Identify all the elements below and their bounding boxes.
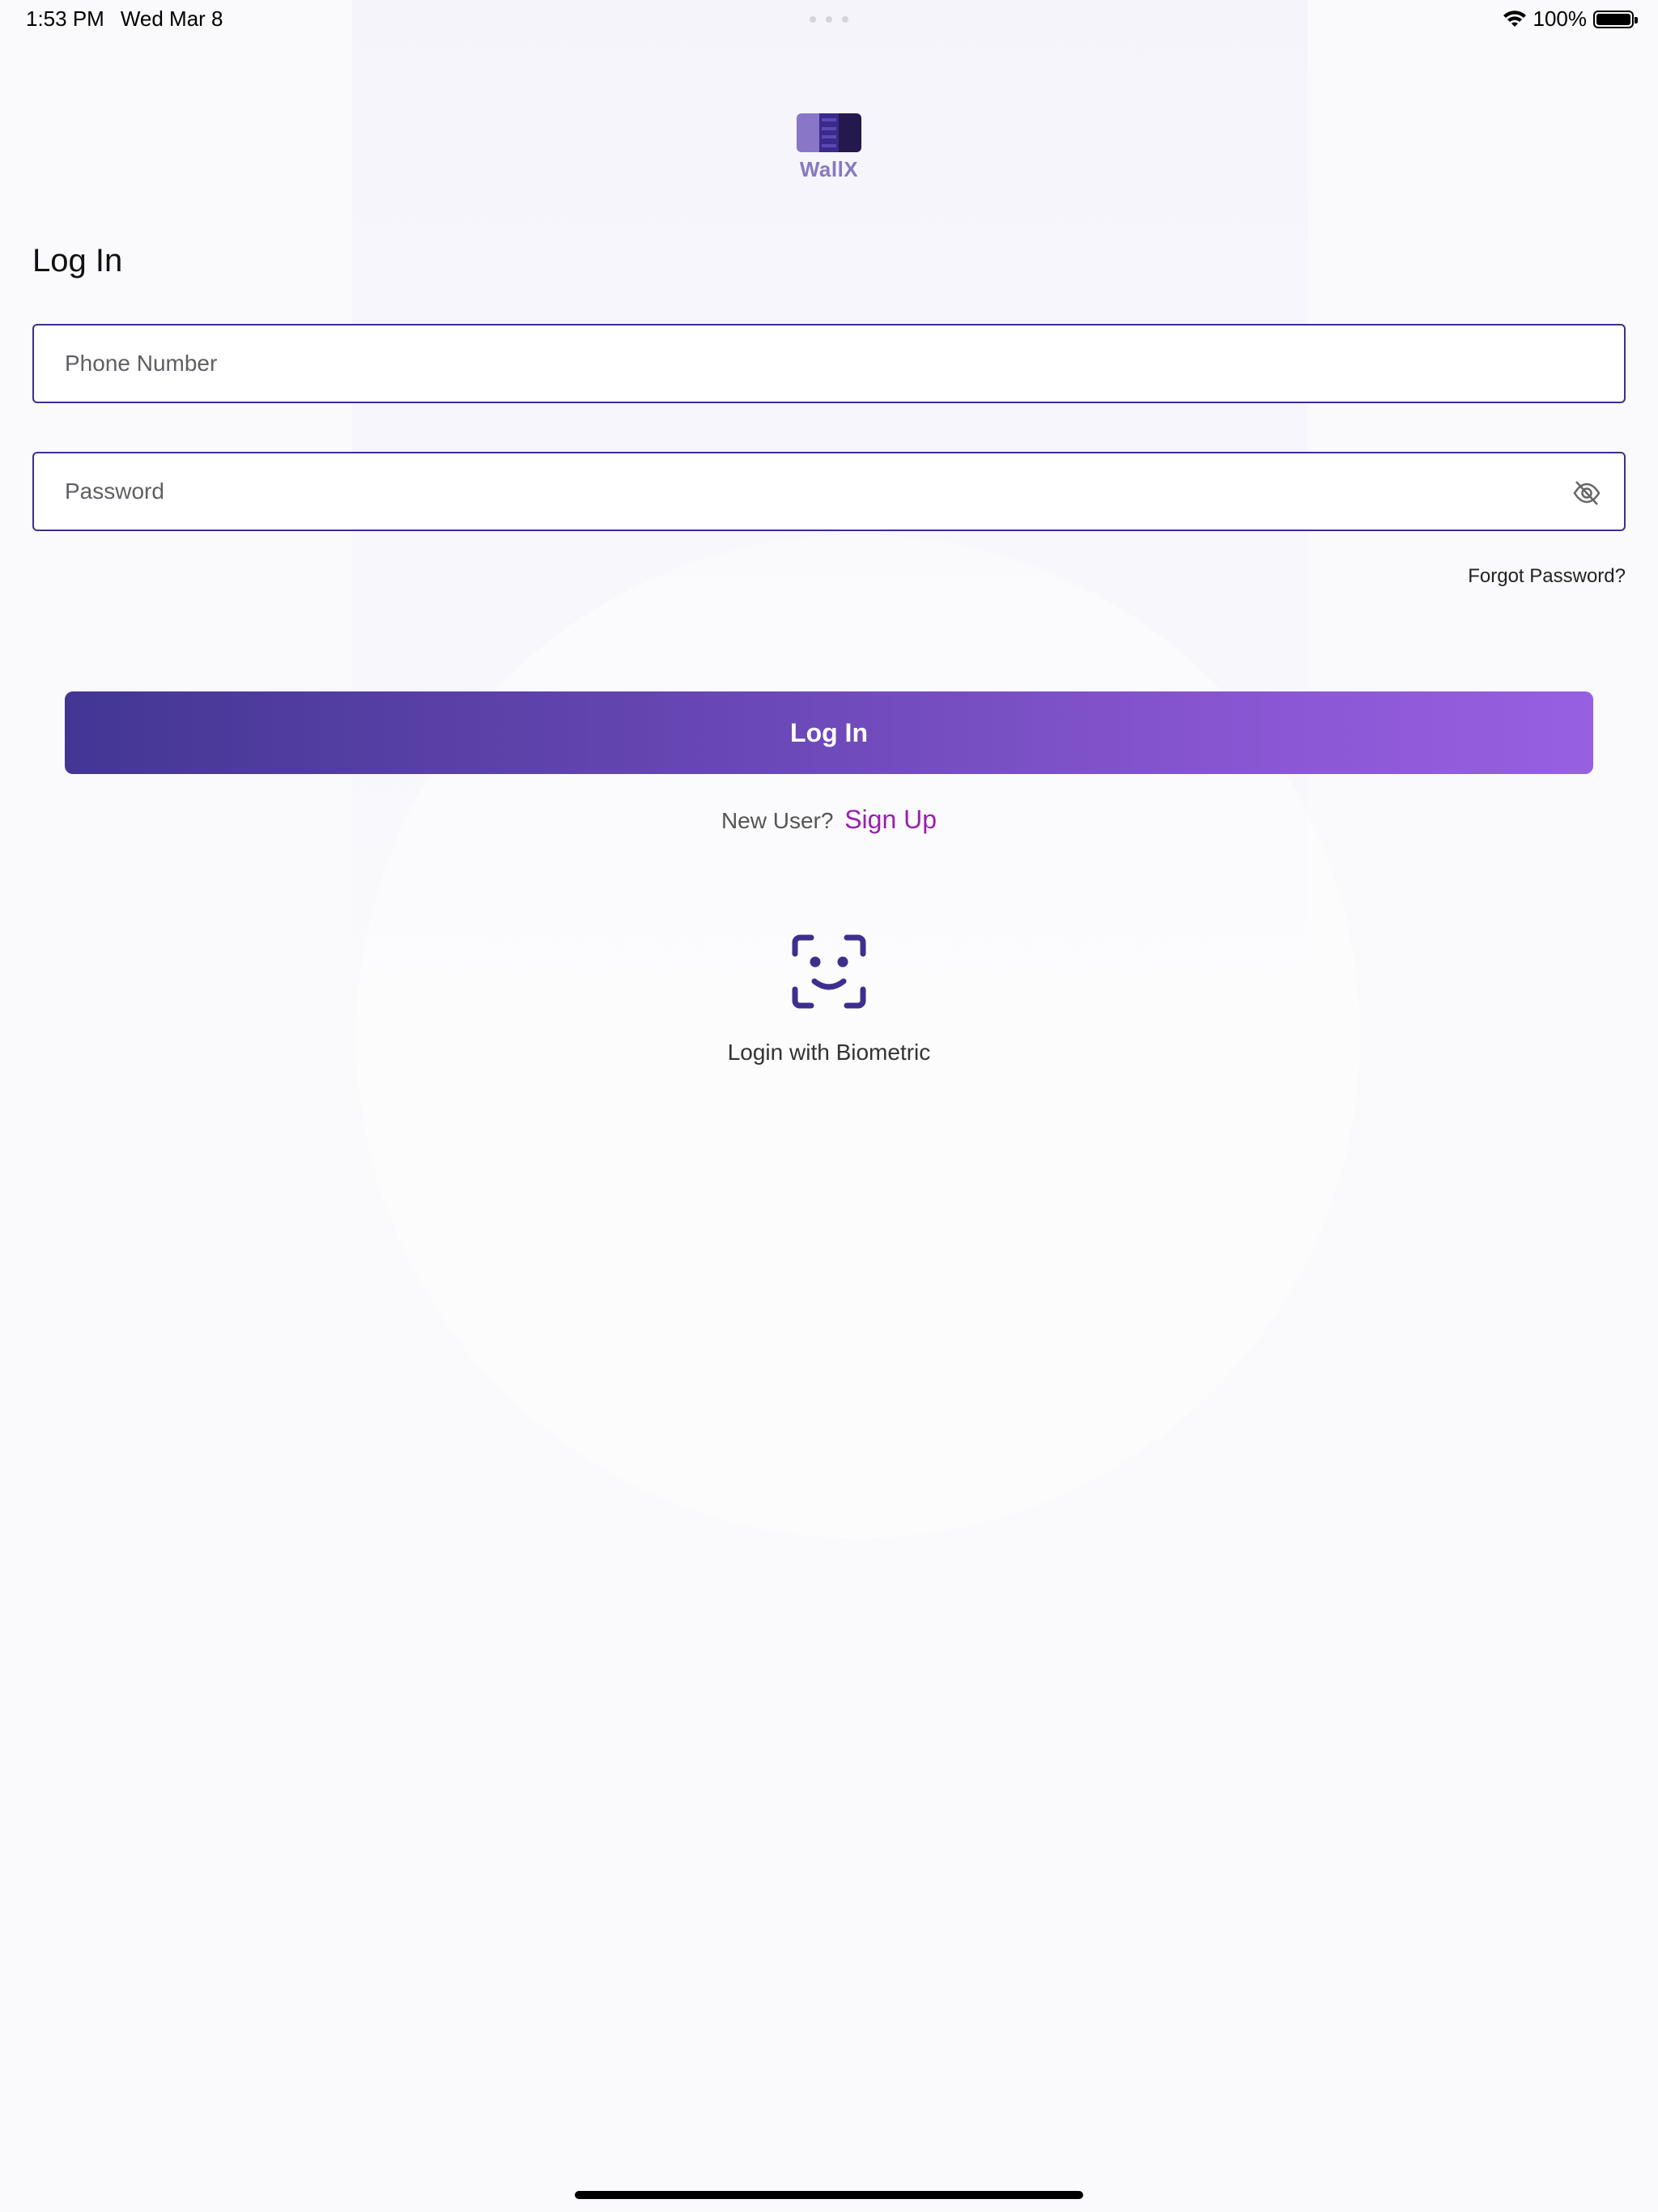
app-logo: WallX	[797, 113, 861, 185]
background-circle	[356, 534, 1360, 1538]
signup-prompt: New User?	[721, 808, 834, 833]
phone-number-field[interactable]	[32, 324, 1626, 403]
status-time: 1:53 PM	[26, 6, 104, 31]
logo-text: WallX	[799, 157, 859, 181]
password-input[interactable]	[34, 453, 1624, 530]
login-button[interactable]: Log In	[65, 691, 1593, 774]
status-right: 100%	[1503, 6, 1638, 32]
phone-number-input[interactable]	[34, 325, 1624, 402]
status-time-date: 1:53 PM Wed Mar 8	[26, 6, 223, 32]
wifi-icon	[1503, 10, 1526, 27]
password-field[interactable]	[32, 452, 1626, 531]
face-id-icon[interactable]	[790, 933, 868, 1010]
battery-icon	[1593, 10, 1638, 28]
forgot-password-link[interactable]: Forgot Password?	[1468, 565, 1626, 588]
signup-link[interactable]: Sign Up	[844, 805, 937, 834]
status-bar: 1:53 PM Wed Mar 8 100%	[0, 0, 1658, 39]
page-title: Log In	[32, 243, 123, 279]
biometric-login-label[interactable]: Login with Biometric	[0, 1040, 1658, 1066]
signup-row: New User? Sign Up	[0, 805, 1658, 835]
eye-slash-icon[interactable]	[1572, 479, 1601, 508]
status-date: Wed Mar 8	[120, 6, 223, 31]
logo-mark-icon	[797, 113, 861, 152]
home-indicator[interactable]	[575, 2191, 1083, 2199]
multitasking-indicator[interactable]	[810, 16, 848, 23]
battery-percent: 100%	[1533, 6, 1588, 31]
